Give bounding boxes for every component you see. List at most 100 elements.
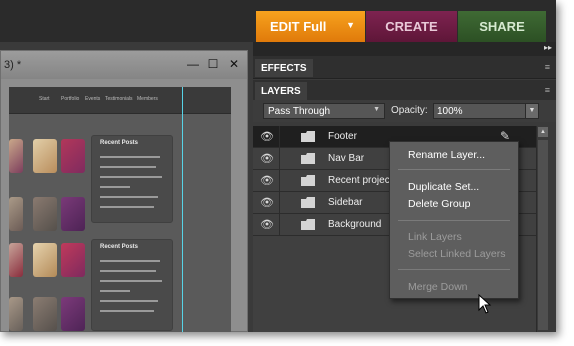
eye-icon[interactable]: 👁 xyxy=(259,130,275,144)
post-line xyxy=(100,280,162,282)
project-thumbnail xyxy=(61,139,85,173)
visibility-cell: 👁 xyxy=(253,214,280,235)
opacity-input[interactable]: 100% ▼ xyxy=(433,103,539,119)
guide-line[interactable] xyxy=(182,87,183,332)
folder-icon xyxy=(301,153,315,164)
minimize-button[interactable]: — xyxy=(185,56,201,72)
maximize-button[interactable]: ☐ xyxy=(205,56,221,72)
scroll-track[interactable] xyxy=(538,140,548,330)
layer-name: Sidebar xyxy=(328,197,363,208)
document-window: 3) * — ☐ ✕ Start Portfolio Events Testim… xyxy=(0,50,248,332)
folder-icon xyxy=(301,175,315,186)
scroll-up-icon[interactable]: ▲ xyxy=(538,127,548,137)
layer-options-bar: Pass Through ▼ Opacity: 100% ▼ xyxy=(253,100,556,122)
project-thumbnail xyxy=(61,243,85,277)
menu-item-delete-group[interactable]: Delete Group xyxy=(408,198,470,210)
tab-layers[interactable]: LAYERS xyxy=(255,82,307,100)
opacity-label: Opacity: xyxy=(391,105,428,116)
canvas-nav-item: Portfolio xyxy=(61,96,80,102)
post-line xyxy=(100,156,160,158)
folder-icon xyxy=(301,219,315,230)
document-titlebar[interactable]: 3) * — ☐ ✕ xyxy=(1,51,247,79)
recent-posts-widget: Recent Posts xyxy=(91,239,173,331)
widget-title: Recent Posts xyxy=(100,244,139,250)
blend-mode-select[interactable]: Pass Through ▼ xyxy=(263,103,385,119)
folder-icon xyxy=(301,131,315,142)
image-canvas[interactable]: Start Portfolio Events Testimonials Memb… xyxy=(9,87,231,332)
canvas-nav-item: Members xyxy=(137,96,158,102)
tab-share-label: SHARE xyxy=(479,19,525,34)
layers-scrollbar[interactable]: ▲ xyxy=(536,126,549,332)
chevron-down-icon: ▼ xyxy=(373,106,380,113)
effects-panel-header: EFFECTS ≡ xyxy=(253,56,556,79)
folder-icon xyxy=(301,197,315,208)
panel-collapse-strip[interactable]: ▸▸ xyxy=(253,42,556,56)
eye-icon[interactable]: 👁 xyxy=(259,152,275,166)
mouse-cursor-icon xyxy=(478,294,492,314)
project-thumbnail xyxy=(33,197,57,231)
project-thumbnail xyxy=(61,197,85,231)
eye-icon[interactable]: 👁 xyxy=(259,196,275,210)
chevron-down-icon[interactable]: ▼ xyxy=(346,20,355,30)
visibility-cell: 👁 xyxy=(253,148,280,169)
project-thumbnail xyxy=(9,243,23,277)
panel-menu-icon[interactable]: ≡ xyxy=(545,62,550,72)
post-line xyxy=(100,310,154,312)
canvas-nav-item: Start xyxy=(39,96,50,102)
menu-divider xyxy=(398,220,510,221)
menu-item-merge-down: Merge Down xyxy=(408,281,468,293)
project-thumbnail xyxy=(9,197,23,231)
post-line xyxy=(100,206,154,208)
chevron-down-icon[interactable]: ▼ xyxy=(525,103,539,119)
tab-create[interactable]: CREATE xyxy=(366,11,457,42)
visibility-cell: 👁 xyxy=(253,170,280,191)
menu-item-duplicate-set[interactable]: Duplicate Set... xyxy=(408,181,479,193)
layer-name: Recent projects xyxy=(328,175,398,186)
canvas-nav-item: Testimonials xyxy=(105,96,133,102)
visibility-cell: 👁 xyxy=(253,192,280,213)
blend-mode-value: Pass Through xyxy=(268,106,331,117)
recent-posts-widget: Recent Posts xyxy=(91,135,173,223)
document-title: 3) * xyxy=(4,59,22,71)
post-line xyxy=(100,176,162,178)
mode-tab-bar: EDIT Full ▼ CREATE SHARE xyxy=(0,0,556,42)
post-line xyxy=(100,300,158,302)
project-thumbnail xyxy=(33,297,57,331)
tab-effects[interactable]: EFFECTS xyxy=(255,59,313,77)
layer-name: Background xyxy=(328,219,382,230)
tab-share[interactable]: SHARE xyxy=(458,11,546,42)
layer-name: Nav Bar xyxy=(328,153,365,164)
layers-panel-header: LAYERS ≡ xyxy=(253,80,556,100)
panel-menu-icon[interactable]: ≡ xyxy=(545,85,550,95)
opacity-value: 100% xyxy=(437,106,463,117)
menu-item-rename-layer[interactable]: Rename Layer... xyxy=(408,149,485,161)
project-thumbnail xyxy=(9,139,23,173)
post-line xyxy=(100,260,160,262)
menu-divider xyxy=(398,269,510,270)
post-line xyxy=(100,290,130,292)
eye-icon[interactable]: 👁 xyxy=(259,174,275,188)
post-line xyxy=(100,186,130,188)
tab-edit-full[interactable]: EDIT Full ▼ xyxy=(256,11,365,42)
visibility-cell: 👁 xyxy=(253,126,280,147)
photoshop-elements-window: EDIT Full ▼ CREATE SHARE 3) * — ☐ ✕ Star… xyxy=(0,0,556,332)
project-thumbnail xyxy=(9,297,23,331)
canvas-nav-item: Events xyxy=(85,96,101,102)
layer-name: Footer xyxy=(328,131,357,142)
tab-edit-label: EDIT Full xyxy=(270,19,327,34)
post-line xyxy=(100,196,158,198)
close-button[interactable]: ✕ xyxy=(226,56,242,72)
eye-icon[interactable]: 👁 xyxy=(259,218,275,232)
menu-divider xyxy=(398,169,510,170)
canvas-nav-bar: Start Portfolio Events Testimonials Memb… xyxy=(9,87,231,114)
collapse-icon[interactable]: ▸▸ xyxy=(544,43,552,52)
tab-create-label: CREATE xyxy=(385,19,438,34)
menu-item-link-layers: Link Layers xyxy=(408,231,462,243)
widget-title: Recent Posts xyxy=(100,140,139,146)
layer-context-menu: Rename Layer... Duplicate Set... Delete … xyxy=(389,141,519,299)
menu-item-select-linked-layers: Select Linked Layers xyxy=(408,248,506,260)
post-line xyxy=(100,270,156,272)
project-thumbnail xyxy=(33,243,57,277)
post-line xyxy=(100,166,156,168)
project-thumbnail xyxy=(61,297,85,331)
